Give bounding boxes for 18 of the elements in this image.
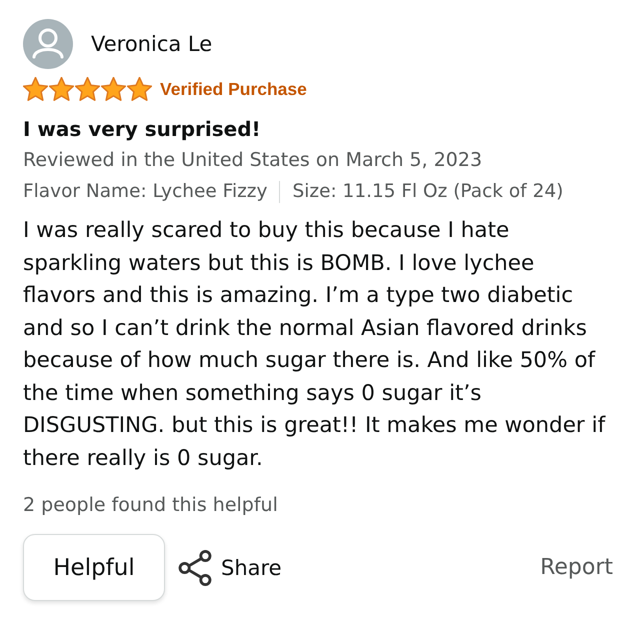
star-icon	[101, 77, 126, 101]
avatar-icon	[23, 19, 73, 69]
report-link[interactable]: Report	[540, 552, 613, 582]
review-date: Reviewed in the United States on March 5, 2023	[23, 148, 484, 173]
share-icon	[178, 550, 212, 586]
star-icon	[75, 77, 100, 101]
star-icon	[49, 77, 74, 101]
star-icon	[23, 77, 48, 101]
star-icon	[127, 77, 152, 101]
reviewer-name: Veronica Le	[91, 31, 212, 58]
variant-label: Flavor Name: Lychee Fizzy	[23, 180, 268, 204]
review-title: I was very surprised!	[23, 116, 262, 143]
helpful-count: 2 people found this helpful	[23, 493, 279, 518]
verified-purchase-label: Verified Purchase	[160, 78, 307, 100]
helpful-button[interactable]: Helpful	[23, 534, 165, 601]
review-text: I was really scared to buy this because I hate sparkling waters but this is BOMB. I love lychee flavors and this is amazing. I’m a type two diabetic and so I can’t drink the normal Asian flavored drinks because of how much sugar there is. And like 50% of the time when something says 0 sugar it’s DISGUSTING. but this is great!! It makes me wonder if there really is 0 sugar.	[23, 217, 607, 472]
variant-label: Size: 11.15 Fl Oz (Pack of 24)	[292, 180, 564, 204]
share-button[interactable]: Share	[178, 550, 282, 586]
